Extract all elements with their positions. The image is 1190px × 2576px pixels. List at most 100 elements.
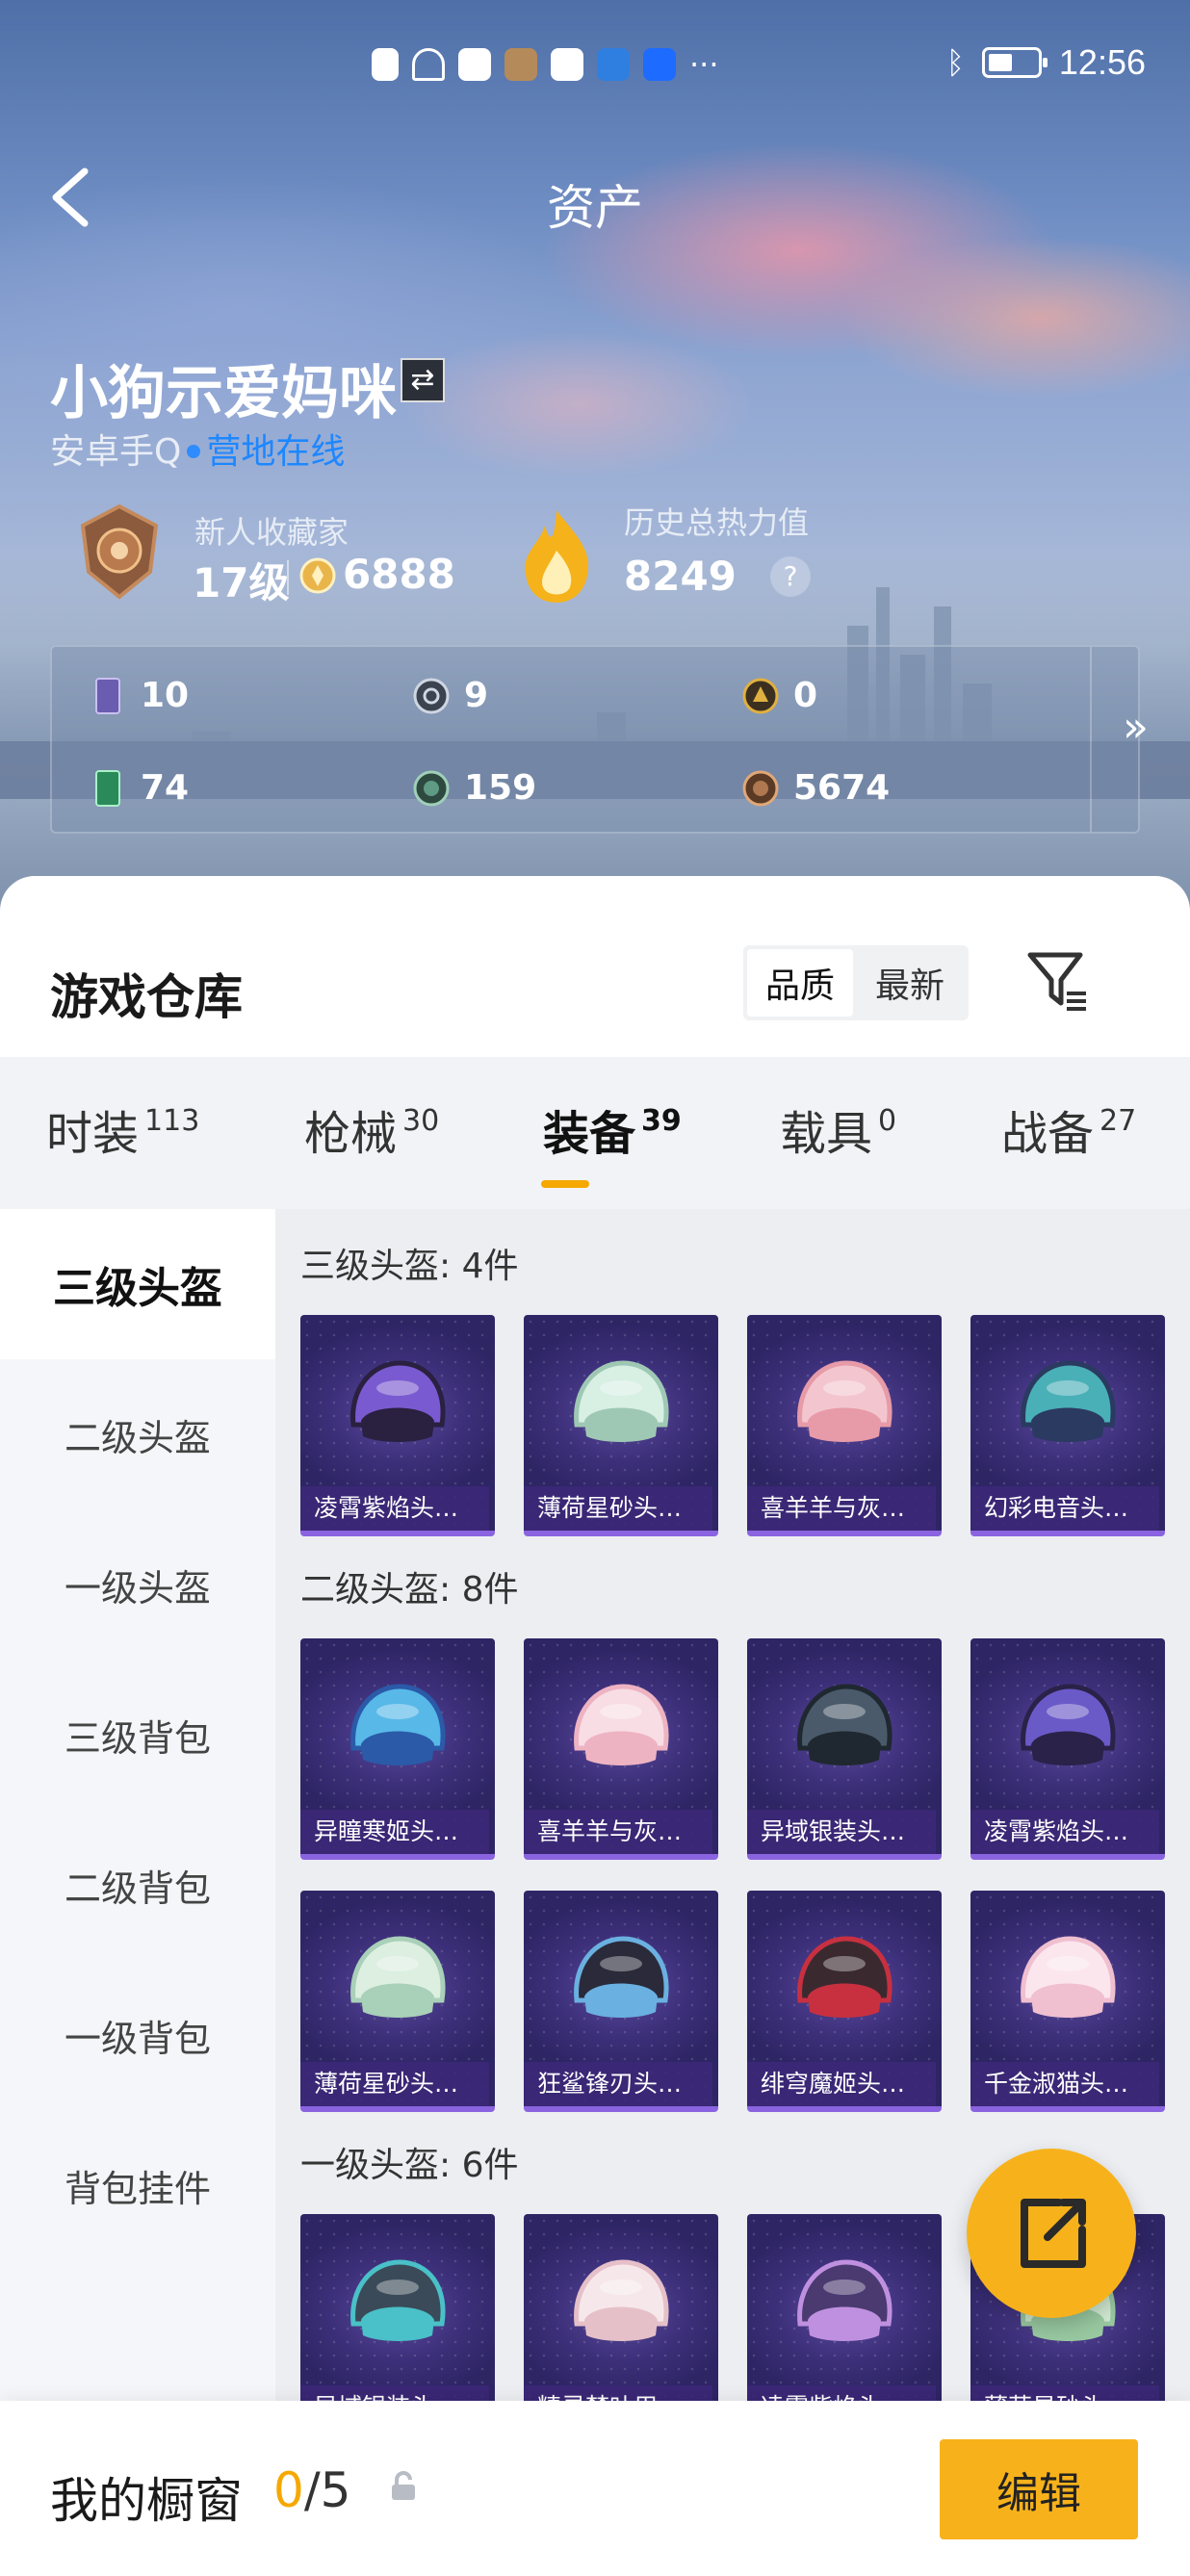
item-card[interactable]: 狂鲨锋刃头…	[524, 1891, 718, 2112]
divider	[287, 560, 289, 595]
helmet-icon	[574, 1936, 669, 2018]
card-icon	[95, 677, 120, 714]
showcase-total: /5	[303, 2462, 351, 2518]
stat-silver: 9	[412, 676, 488, 715]
help-icon[interactable]: ?	[770, 556, 811, 597]
subcategory-sidebar: 三级头盔 二级头盔 一级头盔 三级背包 二级背包 一级背包 背包挂件	[0, 1209, 275, 2576]
item-name: 凌霄紫焰头…	[300, 1486, 489, 1531]
showcase-bar: 我的橱窗 0/5 编辑	[0, 2401, 1190, 2576]
browser-icon	[597, 48, 630, 81]
showcase-current: 0	[273, 2462, 304, 2518]
item-card[interactable]: 喜羊羊与灰…	[747, 1315, 942, 1536]
item-grid: 三级头盔: 4件 二级头盔: 8件 一级头盔: 6件 凌霄紫焰头… 薄荷星砂头… 喜…	[275, 1209, 1190, 2576]
sidebar-item-backpack-2[interactable]: 二级背包	[0, 1810, 275, 1960]
helmet-icon	[350, 2259, 446, 2341]
status-bar: ··· ᛒ 12:56	[0, 0, 1190, 135]
coin-icon	[299, 557, 336, 594]
divider	[1090, 647, 1092, 832]
chevron-right-double-icon[interactable]: »	[1123, 703, 1149, 752]
item-name: 喜羊羊与灰…	[747, 1486, 936, 1531]
stat-value: 5674	[793, 768, 891, 808]
asset-stats-panel[interactable]: 10 9 0 74 159 5674 »	[50, 645, 1149, 834]
tab-supplies[interactable]: 战备 27	[1001, 1095, 1136, 1163]
sidebar-item-helmet-3[interactable]: 三级头盔	[0, 1209, 275, 1359]
battery-icon	[981, 47, 1048, 78]
sidebar-item-backpack-1[interactable]: 一级背包	[0, 1960, 275, 2110]
stat-ticket: 74	[89, 768, 189, 808]
showcase-title: 我的橱窗	[50, 2473, 243, 2529]
item-card[interactable]: 凌霄紫焰头…	[970, 1638, 1165, 1860]
helmet-icon	[1021, 1936, 1116, 2018]
edit-button[interactable]: 编辑	[940, 2439, 1138, 2539]
warehouse-title: 游戏仓库	[50, 969, 243, 1025]
helmet-icon	[1021, 1684, 1116, 1765]
jade-coin-icon	[413, 770, 450, 806]
tab-label: 时装	[46, 1107, 140, 1161]
heat-value: 8249	[624, 553, 737, 600]
item-name: 千金淑猫头…	[970, 2062, 1159, 2106]
item-card[interactable]: 异域银装头…	[747, 1638, 942, 1860]
tab-fashion[interactable]: 时装 113	[46, 1095, 199, 1163]
helmet-icon	[797, 1684, 892, 1765]
platform-label: 安卓手Q	[50, 432, 182, 472]
wifi-icon	[412, 48, 445, 81]
item-card[interactable]: 绯穹魔姬头…	[747, 1891, 942, 2112]
collector-title: 新人收藏家	[194, 514, 349, 551]
alert-icon	[372, 48, 399, 81]
item-card[interactable]: 薄荷星砂头…	[524, 1315, 718, 1536]
helmet-icon	[797, 1360, 892, 1442]
share-button[interactable]	[967, 2149, 1136, 2318]
online-dot	[187, 445, 201, 458]
clock: 12:56	[1058, 42, 1146, 82]
showcase-count: 0/5	[273, 2462, 350, 2518]
tab-equipment[interactable]: 装备 39	[543, 1095, 682, 1163]
item-name: 幻彩电音头…	[970, 1486, 1159, 1531]
tab-count: 39	[641, 1104, 682, 1138]
filter-icon[interactable]	[1024, 947, 1092, 1015]
group-title: 三级头盔: 4件	[300, 1247, 519, 1286]
item-name: 凌霄紫焰头…	[970, 1810, 1159, 1854]
game-app-icon	[504, 48, 537, 81]
sidebar-item-helmet-2[interactable]: 二级头盔	[0, 1359, 275, 1509]
player-name: 小狗示爱妈咪	[50, 360, 397, 427]
tab-label: 装备	[543, 1107, 636, 1161]
stat-value: 10	[141, 676, 190, 715]
stat-value: 159	[464, 768, 537, 808]
item-card[interactable]: 异瞳寒姬头…	[300, 1638, 495, 1860]
item-card[interactable]: 薄荷星砂头…	[300, 1891, 495, 2112]
item-card[interactable]: 幻彩电音头…	[970, 1315, 1165, 1536]
item-name: 绯穹魔姬头…	[747, 2062, 936, 2106]
lock-icon	[392, 2471, 415, 2500]
bronze-coin-icon	[742, 770, 779, 806]
stat-value: 0	[793, 676, 818, 715]
category-tabs: 时装 113 枪械 30 装备 39 载具 0 战备 27	[0, 1057, 1190, 1209]
switch-account-icon[interactable]: ⇄	[401, 358, 445, 402]
sidebar-item-helmet-1[interactable]: 一级头盔	[0, 1509, 275, 1660]
bulb-icon	[643, 48, 676, 81]
sort-newest-button[interactable]: 最新	[857, 949, 963, 1017]
item-name: 薄荷星砂头…	[300, 2062, 489, 2106]
item-card[interactable]: 千金淑猫头…	[970, 1891, 1165, 2112]
item-card[interactable]: 喜羊羊与灰…	[524, 1638, 718, 1860]
helmet-icon	[350, 1684, 446, 1765]
item-name: 异域银装头…	[747, 1810, 936, 1854]
helmet-icon	[574, 1360, 669, 1442]
tab-weapons[interactable]: 枪械 30	[304, 1095, 439, 1163]
warehouse-sheet: 游戏仓库 品质 最新 时装 113 枪械 30 装备 39 载具 0 战备 27 三级头盔…	[0, 876, 1190, 2576]
item-name: 喜羊羊与灰…	[524, 1810, 712, 1854]
medal-icon	[80, 504, 159, 600]
helmet-icon	[797, 1936, 892, 2018]
item-name: 异瞳寒姬头…	[300, 1810, 489, 1854]
more-notifications-icon: ···	[689, 46, 719, 83]
item-card[interactable]: 凌霄紫焰头…	[300, 1315, 495, 1536]
tab-count: 113	[144, 1104, 200, 1138]
sort-quality-button[interactable]: 品质	[747, 949, 853, 1017]
page-title: 资产	[547, 180, 643, 236]
tab-vehicles[interactable]: 载具 0	[780, 1095, 896, 1163]
tab-label: 枪械	[304, 1107, 398, 1161]
group-title: 一级头盔: 6件	[300, 2146, 519, 2185]
gold-coin-icon	[742, 678, 779, 713]
sidebar-item-backpack-charm[interactable]: 背包挂件	[0, 2110, 275, 2260]
sidebar-item-backpack-3[interactable]: 三级背包	[0, 1660, 275, 1810]
item-name: 狂鲨锋刃头…	[524, 2062, 712, 2106]
